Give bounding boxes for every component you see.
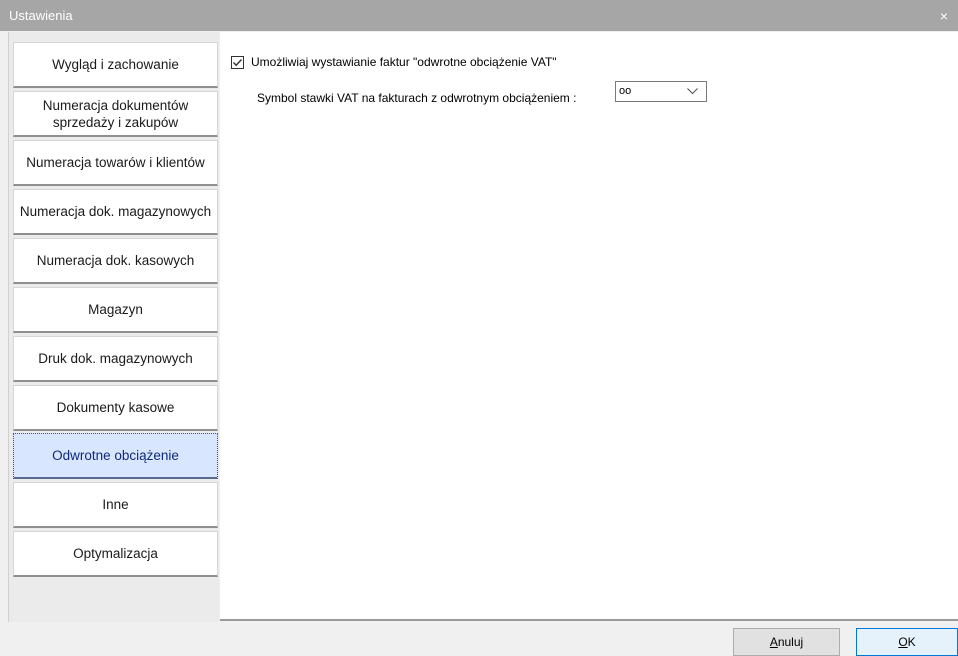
sidebar-item-label: Numeracja dok. magazynowych xyxy=(19,204,212,219)
sidebar-item-warehouse-numbering[interactable]: Numeracja dok. magazynowych xyxy=(13,189,218,235)
sidebar-item-label: Numeracja dok. kasowych xyxy=(36,253,195,268)
sidebar-item-warehouse-printing[interactable]: Druk dok. magazynowych xyxy=(13,336,218,382)
close-icon[interactable]: × xyxy=(930,0,958,31)
sidebar-item-cash-documents[interactable]: Dokumenty kasowe xyxy=(13,385,218,431)
sidebar-item-sales-numbering[interactable]: Numeracja dokumentów sprzedaży i zakupów xyxy=(13,91,218,137)
sidebar-item-label: Numeracja towarów i klientów xyxy=(26,155,205,170)
ok-button[interactable]: OK xyxy=(856,628,958,656)
sidebar-item-warehouse[interactable]: Magazyn xyxy=(13,287,218,333)
settings-sidebar: Wygląd i zachowanie Numeracja dokumentów… xyxy=(8,32,219,622)
sidebar-item-label: Odwrotne obciążenie xyxy=(52,448,179,463)
checkmark-icon xyxy=(233,58,243,66)
sidebar-item-label: Inne xyxy=(102,497,129,512)
sidebar-item-other[interactable]: Inne xyxy=(13,482,218,528)
sidebar-item-appearance[interactable]: Wygląd i zachowanie xyxy=(13,42,218,88)
window-title: Ustawienia xyxy=(9,8,73,23)
sidebar-item-label: Numeracja dokumentów sprzedaży i zakupów xyxy=(42,97,189,130)
settings-window: Ustawienia × Wygląd i zachowanie Numerac… xyxy=(0,0,958,656)
sidebar-item-label: Dokumenty kasowe xyxy=(56,400,175,415)
vat-symbol-value: oo xyxy=(619,85,632,97)
sidebar-item-cash-numbering[interactable]: Numeracja dok. kasowych xyxy=(13,238,218,284)
chevron-down-icon xyxy=(687,88,698,95)
sidebar-item-optimization[interactable]: Optymalizacja xyxy=(13,531,218,577)
title-bar: Ustawienia × xyxy=(0,0,958,31)
cancel-label: nuluj xyxy=(777,635,804,649)
cancel-button[interactable]: Anuluj xyxy=(733,628,840,656)
sidebar-item-label: Wygląd i zachowanie xyxy=(52,57,179,72)
sidebar-item-label: Magazyn xyxy=(88,302,143,317)
reverse-charge-checkbox[interactable] xyxy=(231,55,244,69)
sidebar-item-label: Optymalizacja xyxy=(73,546,158,561)
vat-symbol-label: Symbol stawki VAT na fakturach z odwrotn… xyxy=(257,91,577,105)
cancel-accesskey: A xyxy=(769,635,778,649)
sidebar-item-label: Druk dok. magazynowych xyxy=(38,351,193,366)
sidebar-item-goods-numbering[interactable]: Numeracja towarów i klientów xyxy=(13,140,218,186)
sidebar-item-reverse-charge[interactable]: Odwrotne obciążenie xyxy=(13,433,218,479)
vat-symbol-select[interactable]: oo xyxy=(615,81,707,102)
content-divider xyxy=(220,619,958,621)
reverse-charge-option[interactable]: Umożliwiaj wystawianie faktur "odwrotne … xyxy=(231,55,557,69)
ok-accesskey: O xyxy=(898,635,908,649)
settings-content-panel xyxy=(220,32,958,620)
reverse-charge-label: Umożliwiaj wystawianie faktur "odwrotne … xyxy=(251,55,557,69)
ok-label: K xyxy=(907,635,916,649)
